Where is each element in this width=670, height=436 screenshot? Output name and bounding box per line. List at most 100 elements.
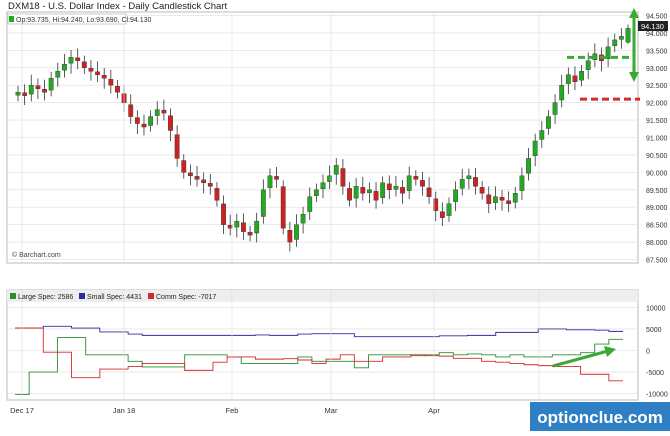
price-tick-label: 90.000 [646,170,668,177]
candle-body [75,57,81,62]
legend-swatch [10,293,16,299]
candle-body [420,180,425,187]
legend-swatch [79,293,85,299]
candle-body [340,168,346,187]
candle-body [519,175,525,191]
price-tick-label: 92.000 [646,101,668,108]
candle-body [506,200,512,204]
candle-body [426,187,432,197]
candle-body [333,165,339,175]
price-tick-label: 90.500 [646,153,668,160]
candle-body [307,196,313,212]
candle-body [532,140,538,157]
chart-title: DXM18 - U.S. Dollar Index - Daily Candle… [8,1,227,12]
candle-body [572,75,578,82]
candle-body [260,189,266,217]
price-tick-label: 91.000 [646,136,668,143]
candle-body [393,186,399,190]
price-y-axis: 87.500 88.000 88.500 89.000 89.500 90.000 90.5… [646,13,668,264]
candle-body [347,188,352,201]
candle-body [446,203,452,216]
candle-body [161,109,167,114]
watermark: © Barchart.com [12,251,61,259]
price-tick-label: 91.500 [646,118,668,125]
candle-body [367,189,372,193]
price-tick-label: 89.500 [646,188,668,195]
candle-body [247,231,253,236]
candle-body [300,213,306,224]
legend-label: Comm Spec: -7017 [156,294,216,301]
candle-body [15,91,21,96]
candle-body [294,224,299,240]
candle-body [579,71,584,81]
candle-body [81,61,87,68]
candle-body [539,130,545,140]
brand-text: optionclue.com [537,408,663,427]
candle-body [214,188,220,201]
candle-body [466,175,472,180]
ohlc-label: Op:93.735, Hi:94.240, Lo:93.690, Cl:94.1… [16,17,152,24]
candle-body [565,74,571,84]
candle-body [526,158,531,174]
price-tick-label: 88.000 [646,240,668,247]
candle-body [95,71,100,75]
cot-tick-label: 0 [646,349,650,356]
candle-body [28,85,34,95]
price-tick-label: 94.500 [646,13,668,20]
candle-body [254,220,260,234]
cot-tick-label: -10000 [646,392,668,399]
candle-body [439,211,445,218]
candle-body [473,177,478,187]
candle-body [88,68,94,72]
legend-swatch [148,293,154,299]
price-tick-label: 87.500 [646,258,668,265]
candle-body [499,197,505,201]
candle-body [386,183,392,190]
legend: Large Spec: 2586 Small Spec: 4431 Comm Spe… [10,293,216,301]
ohlc-swatch [9,16,14,22]
candle-body [101,75,107,79]
candle-body [234,220,240,228]
candle-body [181,160,187,173]
chart: Dec 17Jan 18FebMarAprMay 87.50088.00088.… [0,0,670,431]
candle-body [55,71,61,78]
candle-body [267,175,273,188]
cot-tick-label: 10000 [646,305,666,312]
candle-body [62,64,67,71]
price-tick-label: 88.500 [646,223,668,230]
legend-label: Small Spec: 4431 [87,294,142,301]
x-tick-label: Apr [428,406,440,415]
x-tick-label: Dec 17 [10,406,34,415]
candle-body [168,115,173,131]
candle-body [108,79,114,86]
candle-body [221,203,226,225]
candle-body [22,92,28,96]
candle-body [148,116,154,126]
candle-body [406,175,412,191]
candle-body [194,176,200,180]
candle-body [174,134,180,159]
candle-body [35,85,41,89]
x-tick-label: Feb [226,406,239,415]
candle-body [154,109,160,116]
candle-body [552,102,558,115]
cot-tick-label: -5000 [646,370,664,377]
candle-body [373,191,379,201]
price-tick-label: 93.000 [646,66,668,73]
candle-body [280,186,286,229]
cot-tick-label: 5000 [646,327,662,334]
candle-body [115,86,120,93]
candle-body [42,89,47,93]
last-price-value: 94.130 [641,22,664,31]
candle-body [400,187,405,194]
candle-body [559,85,565,101]
price-tick-label: 92.500 [646,83,668,90]
candle-body [360,187,366,194]
price-tick-label: 94.000 [646,31,668,38]
candle-body [546,116,551,129]
candle-body [48,78,54,91]
candle-body [413,176,419,180]
candle-body [353,186,359,199]
x-tick-label: Jan 18 [113,406,136,415]
candle-body [380,182,386,198]
